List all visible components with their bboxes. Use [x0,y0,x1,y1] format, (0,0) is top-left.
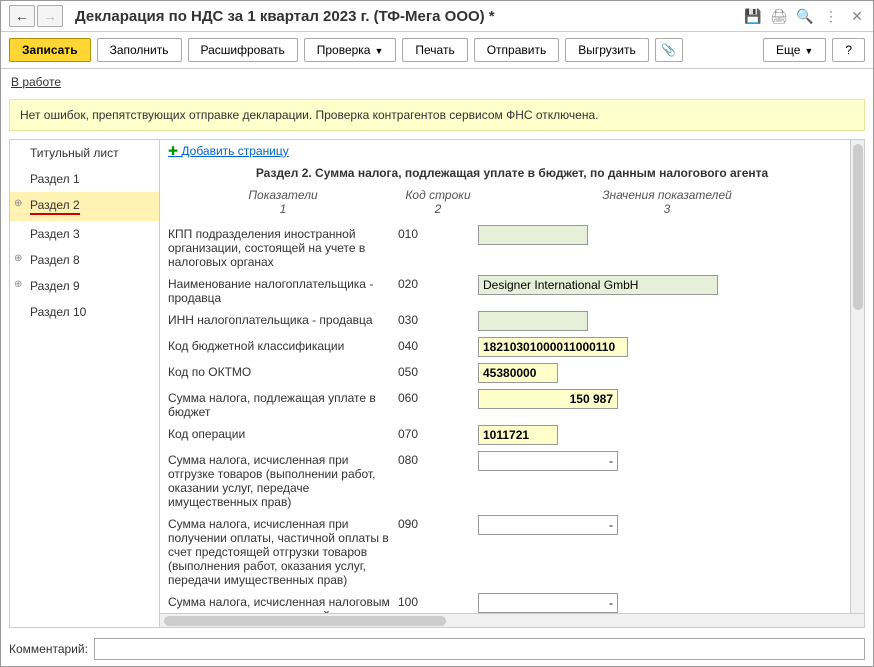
row-label: Код операции [168,425,398,441]
rows-container: КПП подразделения иностранной организаци… [160,222,864,613]
sidebar-item-4[interactable]: Раздел 8 [10,247,159,273]
save-button[interactable]: Записать [9,38,91,62]
export-button[interactable]: Выгрузить [565,38,649,62]
status-link[interactable]: В работе [1,69,873,95]
form-row-080: Сумма налога, исчисленная при отгрузке т… [168,448,856,512]
chevron-down-icon: ▼ [804,46,813,56]
row-code: 080 [398,451,478,467]
row-label: Сумма налога, исчисленная при получении … [168,515,398,587]
decrypt-button[interactable]: Расшифровать [188,38,298,62]
sidebar-item-5[interactable]: Раздел 9 [10,273,159,299]
row-input-060[interactable] [478,389,618,409]
save-icon[interactable]: 💾 [745,8,761,24]
preview-icon[interactable]: 🔍 [797,8,813,24]
comment-input[interactable] [94,638,865,660]
print-icon[interactable]: 🖨 [771,8,787,24]
row-input-040[interactable] [478,337,628,357]
sidebar-item-0[interactable]: Титульный лист [10,140,159,166]
close-icon[interactable]: ✕ [849,8,865,24]
add-page-link[interactable]: Добавить страницу [160,140,864,162]
row-label: Сумма налога, исчисленная при отгрузке т… [168,451,398,509]
row-input-050[interactable] [478,363,558,383]
row-label: Сумма налога, подлежащая уплате в бюджет [168,389,398,419]
col-header-3: Значения показателей3 [478,188,856,216]
check-button[interactable]: Проверка▼ [304,38,397,62]
row-input-070[interactable] [478,425,558,445]
row-label: Код по ОКТМО [168,363,398,379]
sidebar-item-6[interactable]: Раздел 10 [10,299,159,325]
row-input-010[interactable] [478,225,588,245]
col-header-1: Показатели1 [168,188,398,216]
window-title: Декларация по НДС за 1 квартал 2023 г. (… [75,8,745,25]
back-button[interactable]: ← [9,5,35,27]
sidebar-item-1[interactable]: Раздел 1 [10,166,159,192]
more-button[interactable]: Еще▼ [763,38,826,62]
form-row-070: Код операции070 [168,422,856,448]
vertical-scrollbar[interactable] [850,140,864,613]
col-header-2: Код строки2 [398,188,478,216]
row-code: 090 [398,515,478,531]
row-input-090[interactable] [478,515,618,535]
sidebar-item-3[interactable]: Раздел 3 [10,221,159,247]
form-row-010: КПП подразделения иностранной организаци… [168,222,856,272]
row-code: 010 [398,225,478,241]
section-title: Раздел 2. Сумма налога, подлежащая уплат… [160,162,864,188]
form-row-100: Сумма налога, исчисленная налоговым аген… [168,590,856,613]
form-row-040: Код бюджетной классификации040 [168,334,856,360]
row-label: ИНН налогоплательщика - продавца [168,311,398,327]
row-label: Наименование налогоплательщика - продавц… [168,275,398,305]
horizontal-scrollbar[interactable] [160,613,864,627]
row-label: Код бюджетной классификации [168,337,398,353]
row-input-030[interactable] [478,311,588,331]
form-row-090: Сумма налога, исчисленная при получении … [168,512,856,590]
sidebar-item-2[interactable]: Раздел 2 [10,192,159,221]
row-input-100[interactable] [478,593,618,613]
row-code: 100 [398,593,478,609]
row-label: КПП подразделения иностранной организаци… [168,225,398,269]
help-button[interactable]: ? [832,38,865,62]
form-row-030: ИНН налогоплательщика - продавца030 [168,308,856,334]
fill-button[interactable]: Заполнить [97,38,182,62]
row-code: 030 [398,311,478,327]
print-button[interactable]: Печать [402,38,467,62]
row-code: 050 [398,363,478,379]
form-row-020: Наименование налогоплательщика - продавц… [168,272,856,308]
chevron-down-icon: ▼ [374,46,383,56]
sidebar: Титульный листРаздел 1Раздел 2Раздел 3Ра… [10,140,160,627]
form-row-060: Сумма налога, подлежащая уплате в бюджет… [168,386,856,422]
kebab-icon[interactable]: ⋮ [823,8,839,24]
row-input-080[interactable] [478,451,618,471]
attach-button[interactable]: 📎 [655,38,683,62]
row-label: Сумма налога, исчисленная налоговым аген… [168,593,398,613]
forward-button[interactable]: → [37,5,63,27]
row-code: 070 [398,425,478,441]
notice-bar: Нет ошибок, препятствующих отправке декл… [9,99,865,131]
comment-label: Комментарий: [9,642,88,656]
row-code: 040 [398,337,478,353]
row-code: 060 [398,389,478,405]
row-input-020[interactable] [478,275,718,295]
form-row-050: Код по ОКТМО050 [168,360,856,386]
send-button[interactable]: Отправить [474,38,560,62]
row-code: 020 [398,275,478,291]
